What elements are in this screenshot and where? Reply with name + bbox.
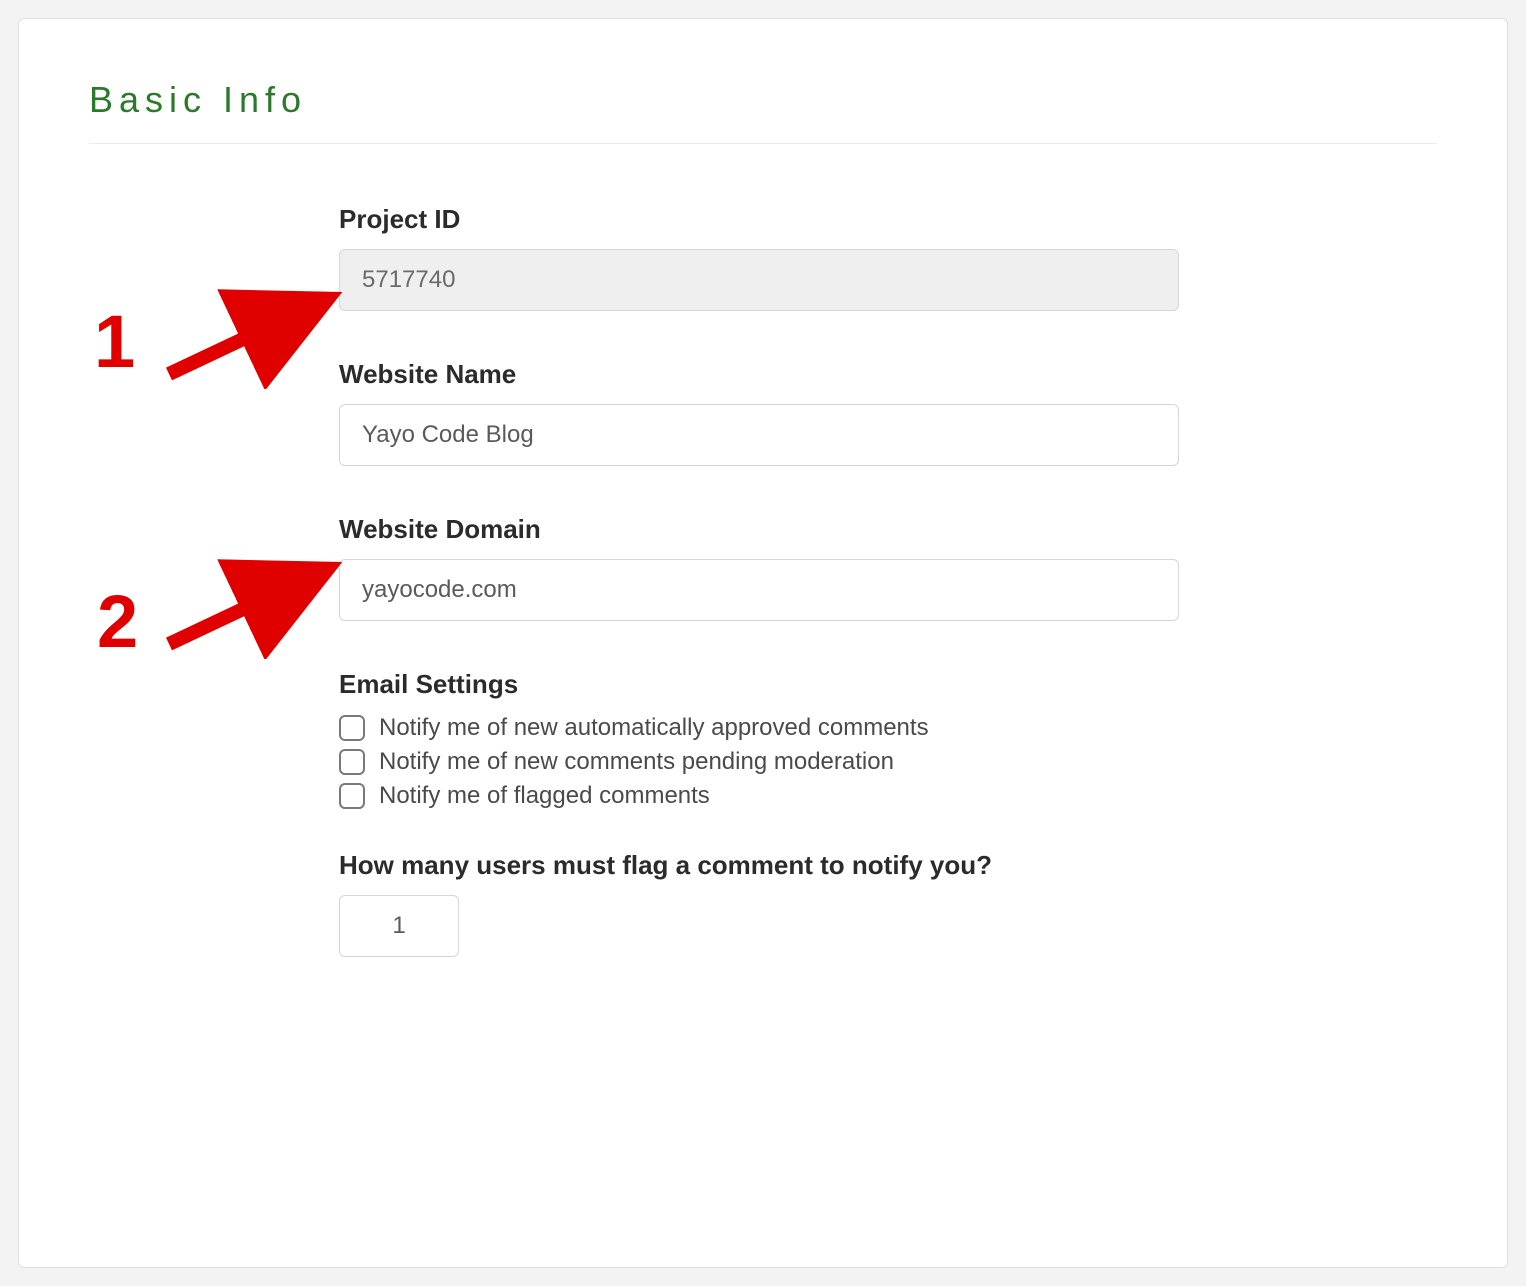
section-title: Basic Info <box>89 79 1437 121</box>
flag-threshold-label: How many users must flag a comment to no… <box>339 850 1099 881</box>
checkbox-auto-approved[interactable] <box>339 715 365 741</box>
form-area: Project ID Website Name Website Domain E… <box>89 204 1099 957</box>
email-option-row: Notify me of flagged comments <box>339 782 1099 810</box>
website-domain-label: Website Domain <box>339 514 1099 545</box>
website-name-group: Website Name <box>339 359 1099 466</box>
email-option-row: Notify me of new automatically approved … <box>339 714 1099 742</box>
checkbox-flagged[interactable] <box>339 783 365 809</box>
website-domain-input[interactable] <box>339 559 1179 621</box>
email-option-label: Notify me of new comments pending modera… <box>379 748 894 776</box>
website-domain-group: Website Domain <box>339 514 1099 621</box>
email-option-label: Notify me of new automatically approved … <box>379 714 929 742</box>
project-id-group: Project ID <box>339 204 1099 311</box>
flag-threshold-input[interactable] <box>339 895 459 957</box>
project-id-input <box>339 249 1179 311</box>
email-option-label: Notify me of flagged comments <box>379 782 710 810</box>
email-settings-label: Email Settings <box>339 669 1099 700</box>
basic-info-card: Basic Info Project ID Website Name Websi… <box>18 18 1508 1268</box>
checkbox-pending-moderation[interactable] <box>339 749 365 775</box>
divider <box>89 143 1437 144</box>
flag-threshold-group: How many users must flag a comment to no… <box>339 850 1099 957</box>
website-name-label: Website Name <box>339 359 1099 390</box>
email-settings-group: Email Settings Notify me of new automati… <box>339 669 1099 810</box>
project-id-label: Project ID <box>339 204 1099 235</box>
website-name-input[interactable] <box>339 404 1179 466</box>
email-option-row: Notify me of new comments pending modera… <box>339 748 1099 776</box>
